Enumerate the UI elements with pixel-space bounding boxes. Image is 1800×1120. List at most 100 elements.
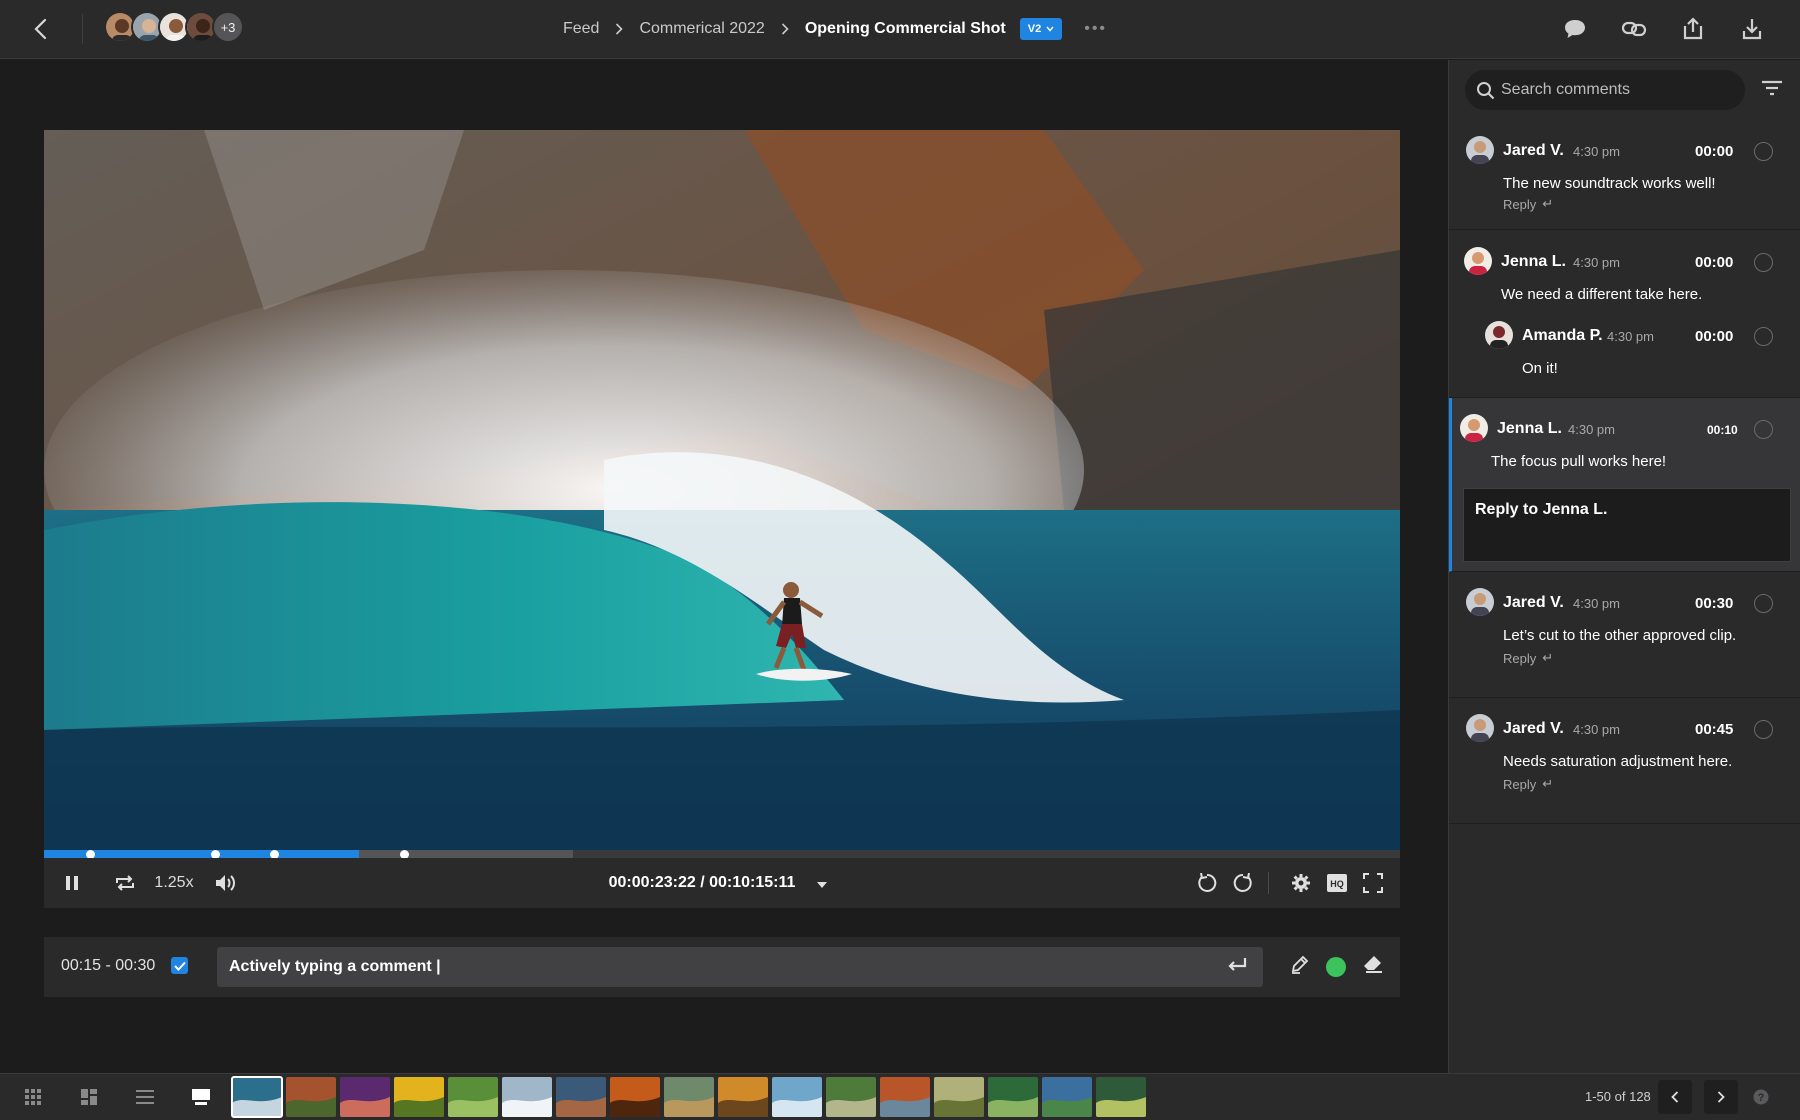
gear-icon <box>1292 874 1310 892</box>
filter-button[interactable] <box>1761 80 1783 101</box>
breadcrumb-feed[interactable]: Feed <box>563 20 599 38</box>
prev-page-button[interactable] <box>1658 1080 1692 1114</box>
comment-item[interactable]: Jared V. 4:30 pm 00:30 Let’s cut to the … <box>1449 572 1800 698</box>
player-area: 1.25x 00:00:23:22 / 00:10:15:11 HQ 00:15… <box>0 60 1448 1073</box>
hq-icon: HQ <box>1327 874 1347 892</box>
chevron-right-icon <box>615 23 624 35</box>
comment-author: Jared V. <box>1503 594 1564 611</box>
filmstrip-view-icon[interactable] <box>190 1086 212 1108</box>
enter-icon <box>1228 958 1247 971</box>
comment-time: 4:30 pm <box>1573 255 1620 270</box>
asset-thumbnail[interactable] <box>664 1077 714 1117</box>
asset-thumbnail[interactable] <box>340 1077 390 1117</box>
comment-item-active[interactable]: Jenna L. 4:30 pm 00:10 The focus pull wo… <box>1449 398 1800 572</box>
asset-thumbnail[interactable] <box>880 1077 930 1117</box>
avatar <box>1466 136 1494 164</box>
asset-thumbnail[interactable] <box>934 1077 984 1117</box>
asset-thumbnail[interactable] <box>826 1077 876 1117</box>
range-checkbox[interactable] <box>171 957 188 974</box>
asset-thumbnail[interactable] <box>1096 1077 1146 1117</box>
comment-author: Jenna L. <box>1501 253 1566 270</box>
avatar <box>1485 321 1513 349</box>
comment-author: Jenna L. <box>1497 420 1562 437</box>
comment-timestamp[interactable]: 00:00 <box>1695 254 1733 271</box>
pencil-icon <box>1291 955 1309 974</box>
comment-thread[interactable]: Jenna L. 4:30 pm 00:00 We need a differe… <box>1449 230 1800 398</box>
reply-link[interactable]: Reply ↵ <box>1503 650 1553 666</box>
timeline-scrubber[interactable] <box>44 850 1400 859</box>
grid-view-icon[interactable] <box>22 1086 44 1108</box>
asset-thumbnail[interactable] <box>502 1077 552 1117</box>
annotation-color-picker[interactable] <box>1326 956 1346 977</box>
page-title: Opening Commercial Shot <box>804 20 1006 37</box>
comment-timestamp[interactable]: 00:10 <box>1707 423 1738 437</box>
comment-composer: 00:15 - 00:30 <box>44 937 1400 997</box>
comment-range: 00:15 - 00:30 <box>61 957 156 974</box>
resolve-checkbox[interactable] <box>1754 720 1773 739</box>
comment-text: The new soundtrack works well! <box>1503 175 1716 192</box>
pencil-button[interactable] <box>1290 954 1310 979</box>
tile-view-icon[interactable] <box>78 1086 100 1108</box>
fullscreen-button[interactable] <box>1360 869 1386 897</box>
reply-link[interactable]: Reply ↵ <box>1503 776 1553 792</box>
chevron-right-icon <box>781 23 789 35</box>
hq-toggle[interactable]: HQ <box>1324 869 1350 897</box>
asset-thumbnail[interactable] <box>772 1077 822 1117</box>
asset-thumbnail[interactable] <box>448 1077 498 1117</box>
resolve-checkbox[interactable] <box>1754 420 1773 439</box>
asset-strip: 1-50 of 128 ? <box>0 1073 1800 1120</box>
surfer-video-frame <box>44 130 1400 850</box>
comment-timestamp[interactable]: 00:30 <box>1695 595 1733 612</box>
comment-time: 4:30 pm <box>1573 722 1620 737</box>
asset-thumbnail[interactable] <box>1042 1077 1092 1117</box>
resolve-checkbox[interactable] <box>1754 594 1773 613</box>
forward-button[interactable] <box>1230 869 1256 897</box>
comment-search <box>1465 70 1745 110</box>
version-dropdown[interactable]: V2 <box>1019 18 1063 40</box>
asset-thumbnail[interactable] <box>286 1077 336 1117</box>
avatar <box>1460 414 1488 442</box>
resolve-checkbox[interactable] <box>1754 253 1773 272</box>
search-icon <box>1476 81 1495 105</box>
link-icon[interactable] <box>1619 14 1648 43</box>
avatar <box>1464 247 1492 275</box>
timecode-format-dropdown[interactable] <box>817 876 828 894</box>
comment-timestamp[interactable]: 00:00 <box>1695 143 1733 160</box>
next-page-button[interactable] <box>1704 1080 1738 1114</box>
breadcrumb-project[interactable]: Commerical 2022 <box>639 20 764 38</box>
resolve-checkbox[interactable] <box>1754 142 1773 161</box>
reply-author: Amanda P. <box>1522 327 1603 344</box>
checkmark-icon <box>173 961 186 971</box>
rewind-button[interactable] <box>1194 869 1220 897</box>
video-frame[interactable] <box>44 130 1400 850</box>
comment-item[interactable]: Jared V. 4:30 pm 00:00 The new soundtrac… <box>1449 120 1800 230</box>
comments-icon[interactable] <box>1560 14 1589 43</box>
submit-comment-button[interactable] <box>1226 956 1248 979</box>
asset-thumbnail[interactable] <box>556 1077 606 1117</box>
comment-item[interactable]: Jared V. 4:30 pm 00:45 Needs saturation … <box>1449 698 1800 824</box>
asset-thumbnail[interactable] <box>610 1077 660 1117</box>
search-input[interactable] <box>1501 70 1735 110</box>
asset-thumbnail[interactable] <box>394 1077 444 1117</box>
more-options-icon[interactable]: ••• <box>1084 20 1107 38</box>
eraser-button[interactable] <box>1362 954 1384 979</box>
resolve-checkbox[interactable] <box>1754 327 1773 346</box>
comment-timestamp[interactable]: 00:45 <box>1695 721 1733 738</box>
comment-text: We need a different take here. <box>1501 286 1703 303</box>
asset-thumbnail[interactable] <box>718 1077 768 1117</box>
version-label: V2 <box>1027 23 1042 35</box>
asset-thumbnail[interactable] <box>988 1077 1038 1117</box>
reply-link[interactable]: Reply ↵ <box>1503 196 1553 212</box>
comment-input[interactable] <box>217 947 1263 987</box>
reply-input[interactable] <box>1463 488 1791 562</box>
settings-button[interactable] <box>1288 869 1314 897</box>
download-icon[interactable] <box>1737 14 1766 43</box>
comment-time: 4:30 pm <box>1573 596 1620 611</box>
reply-timestamp[interactable]: 00:00 <box>1695 328 1733 345</box>
help-icon[interactable]: ? <box>1753 1089 1769 1110</box>
list-view-icon[interactable] <box>134 1086 156 1108</box>
thumbnail-strip <box>231 1076 1146 1118</box>
asset-thumbnail[interactable] <box>231 1076 283 1118</box>
share-upload-icon[interactable] <box>1678 14 1707 43</box>
comment-time: 4:30 pm <box>1573 144 1620 159</box>
